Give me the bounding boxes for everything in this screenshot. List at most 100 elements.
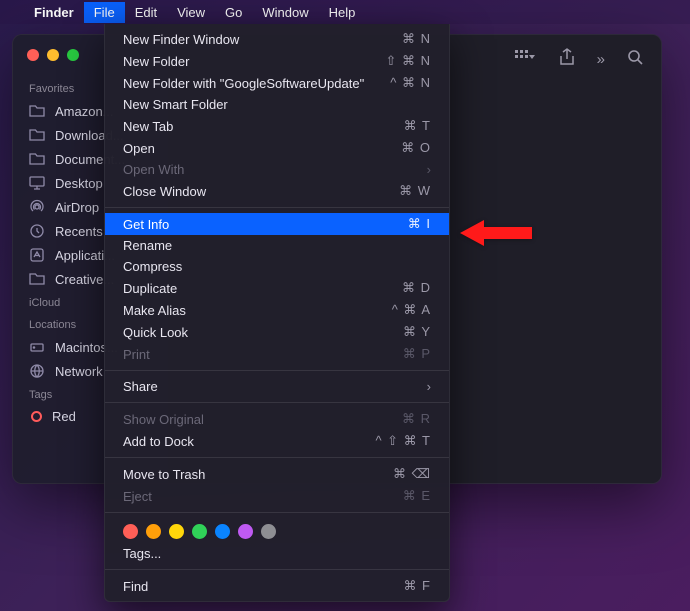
menu-shortcut: ⌘ N (402, 31, 431, 47)
desktop-icon (29, 175, 45, 191)
app-icon (29, 247, 45, 263)
menu-separator (105, 207, 449, 208)
menu-item-label: Show Original (123, 412, 204, 427)
menu-shortcut: ⌘ D (402, 280, 431, 296)
chevron-right-icon: › (427, 162, 431, 177)
file-menu-dropdown: New Finder Window⌘ NNew Folder⇧ ⌘ NNew F… (104, 24, 450, 602)
menu-separator (105, 370, 449, 371)
menu-item[interactable]: New Finder Window ⌘ N (105, 28, 449, 50)
menu-item[interactable]: New Tab ⌘ T (105, 115, 449, 137)
chevron-right-icon: › (427, 379, 431, 394)
menu-item: Show Original⌘ R (105, 408, 449, 430)
menu-item[interactable]: Find⌘ F (105, 575, 449, 597)
menu-item-label: Move to Trash (123, 467, 205, 482)
menu-item[interactable]: Close Window⌘ W (105, 180, 449, 202)
menu-item-label: Compress (123, 259, 182, 274)
clock-icon (29, 223, 45, 239)
menu-item[interactable]: Get Info ⌘ I (105, 213, 449, 235)
menu-shortcut: ^ ⌘ N (390, 75, 431, 91)
menu-separator (105, 402, 449, 403)
menu-item-label: Eject (123, 489, 152, 504)
menu-item[interactable]: New Folder with "GoogleSoftwareUpdate" ^ … (105, 72, 449, 94)
menu-item[interactable]: Compress (105, 256, 449, 277)
tag-color-swatch[interactable] (238, 524, 253, 539)
folder-icon (29, 127, 45, 143)
more-icon[interactable]: » (597, 51, 605, 68)
tag-color-swatch[interactable] (192, 524, 207, 539)
menu-separator (105, 512, 449, 513)
menu-item[interactable]: Make Alias ^ ⌘ A (105, 299, 449, 321)
disk-icon (29, 339, 45, 355)
menu-shortcut: ⌘ P (403, 346, 431, 362)
menu-item-label: New Folder (123, 54, 189, 69)
menu-item[interactable]: Open ⌘ O (105, 137, 449, 159)
tag-red-icon (31, 411, 42, 422)
menubar-app-name[interactable]: Finder (24, 2, 84, 23)
menu-item[interactable]: Duplicate⌘ D (105, 277, 449, 299)
menu-item-label: New Smart Folder (123, 97, 228, 112)
menu-tag-colors (105, 518, 449, 543)
menubar-window[interactable]: Window (252, 2, 318, 23)
menu-item-label: Make Alias (123, 303, 186, 318)
folder-icon (29, 103, 45, 119)
menubar-go[interactable]: Go (215, 2, 252, 23)
tag-color-swatch[interactable] (169, 524, 184, 539)
menu-item-label: Print (123, 347, 150, 362)
menu-item-label: Quick Look (123, 325, 188, 340)
menu-item-label: New Finder Window (123, 32, 239, 47)
sidebar-item-label: Network (55, 364, 103, 379)
menu-shortcut: ⇧ ⌘ N (385, 53, 431, 69)
share-icon[interactable] (559, 48, 575, 70)
maximize-button[interactable] (67, 49, 79, 61)
menu-separator (105, 569, 449, 570)
menu-item[interactable]: New Folder ⇧ ⌘ N (105, 50, 449, 72)
menu-item-label: Rename (123, 238, 172, 253)
menu-item[interactable]: New Smart Folder (105, 94, 449, 115)
close-button[interactable] (27, 49, 39, 61)
globe-icon (29, 363, 45, 379)
menu-item[interactable]: Quick Look ⌘ Y (105, 321, 449, 343)
sidebar-item-label: Recents (55, 224, 103, 239)
airdrop-icon (29, 199, 45, 215)
tag-color-swatch[interactable] (215, 524, 230, 539)
menu-item-label: Open (123, 141, 155, 156)
menu-item-label: Get Info (123, 217, 169, 232)
menu-item-label: Share (123, 379, 158, 394)
menu-item[interactable]: Move to Trash ⌘ ⌫ (105, 463, 449, 485)
menu-item[interactable]: Rename (105, 235, 449, 256)
menubar-view[interactable]: View (167, 2, 215, 23)
sidebar-item-label: AirDrop (55, 200, 99, 215)
menu-item-label: Open With (123, 162, 184, 177)
menu-shortcut: ^ ⌘ A (392, 302, 431, 318)
menu-shortcut: ⌘ W (399, 183, 431, 199)
menu-item[interactable]: Tags... (105, 543, 449, 564)
menu-shortcut: ⌘ I (408, 216, 431, 232)
menu-shortcut: ⌘ O (401, 140, 431, 156)
sidebar-item-label: Red (52, 409, 76, 424)
tag-color-swatch[interactable] (146, 524, 161, 539)
menu-separator (105, 457, 449, 458)
annotation-arrow (460, 218, 532, 251)
minimize-button[interactable] (47, 49, 59, 61)
folder-icon (29, 151, 45, 167)
view-options-icon[interactable] (515, 50, 537, 68)
tag-color-swatch[interactable] (261, 524, 276, 539)
menu-item-label: Add to Dock (123, 434, 194, 449)
menu-shortcut: ⌘ Y (403, 324, 431, 340)
menubar-help[interactable]: Help (319, 2, 366, 23)
menu-item-label: New Tab (123, 119, 173, 134)
menubar-edit[interactable]: Edit (125, 2, 167, 23)
sidebar-item-label: Desktop (55, 176, 103, 191)
menu-item-label: Tags... (123, 546, 161, 561)
menu-item[interactable]: Add to Dock^ ⇧ ⌘ T (105, 430, 449, 452)
tag-color-swatch[interactable] (123, 524, 138, 539)
menu-item-label: Find (123, 579, 148, 594)
menu-item: Eject ⌘ E (105, 485, 449, 507)
menubar-file[interactable]: File (84, 2, 125, 23)
menu-shortcut: ⌘ T (404, 118, 431, 134)
menu-shortcut: ⌘ E (403, 488, 431, 504)
menu-item-label: New Folder with "GoogleSoftwareUpdate" (123, 76, 364, 91)
menu-item[interactable]: Share › (105, 376, 449, 397)
menu-shortcut: ⌘ ⌫ (393, 466, 431, 482)
search-icon[interactable] (627, 49, 643, 69)
